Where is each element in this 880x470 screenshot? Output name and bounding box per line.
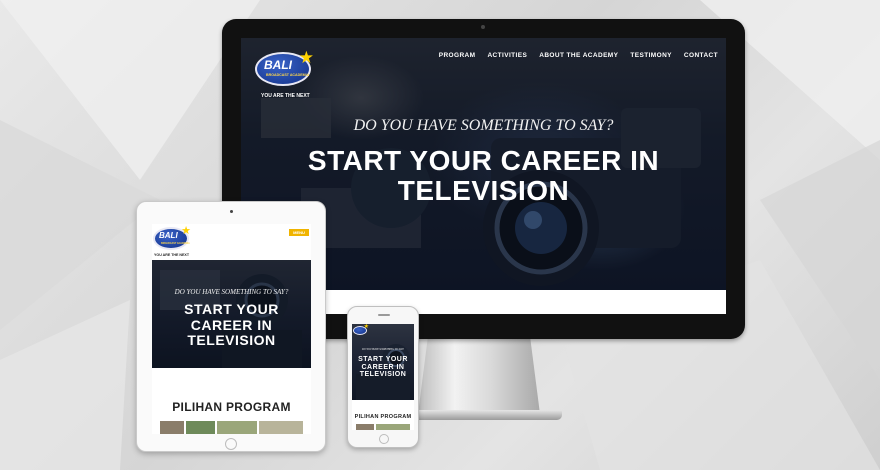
star-icon: ★ (298, 48, 314, 67)
tablet-hero-title: START YOUR CAREER IN TELEVISION (152, 301, 311, 349)
star-icon: ★ (363, 324, 369, 330)
monitor-camera (481, 25, 485, 29)
desktop-tagline: YOU ARE THE NEXT (261, 93, 310, 99)
desktop-logo[interactable]: BALI BROADCAST ACADEMIA ★ (255, 48, 314, 86)
logo-brand-name: BALI (264, 58, 292, 72)
phone-hero-title: START YOUR CAREER IN TELEVISION (352, 356, 414, 379)
tablet-section-title: PILIHAN PROGRAM (172, 400, 291, 414)
tablet-camera (230, 210, 233, 213)
tablet-hero-title-line3: TELEVISION (187, 332, 276, 349)
nav-program[interactable]: PROGRAM (439, 52, 476, 59)
hero-title: START YOUR CAREER IN TELEVISION (241, 145, 726, 206)
tablet-device: DO YOU HAVE SOMETHING TO SAY? START YOUR… (136, 201, 326, 452)
menu-button[interactable]: MENU (289, 229, 309, 236)
hero-subtitle: DO YOU HAVE SOMETHING TO SAY? (353, 117, 614, 134)
phone-hero-title-line2: CAREER IN (361, 363, 405, 371)
program-thumb[interactable] (217, 421, 257, 434)
tablet-program-thumbs (160, 421, 303, 434)
program-thumb[interactable] (356, 424, 374, 430)
tablet-home-button (225, 438, 237, 450)
logo-brand-subname: BROADCAST ACADEMIA (266, 73, 310, 77)
tablet-tagline: YOU ARE THE NEXT (154, 253, 190, 257)
phone-device: ★ DO YOU HAVE SOMETHING TO SAY? START YO… (347, 306, 419, 448)
tablet-logo[interactable]: BALI BROADCAST ACADEMIA ★ (153, 225, 191, 250)
phone-hero-subtitle: DO YOU HAVE SOMETHING TO SAY? (361, 348, 405, 351)
nav-contact[interactable]: CONTACT (684, 52, 718, 59)
phone-hero-title-line1: START YOUR (358, 356, 408, 363)
tablet-hero-title-line2: CAREER IN (190, 316, 273, 333)
phone-hero-title-line3: TELEVISION (359, 371, 407, 379)
monitor-stand (418, 338, 540, 414)
star-icon: ★ (181, 225, 191, 237)
nav-activities[interactable]: ACTIVITIES (487, 52, 527, 59)
program-thumb[interactable] (185, 421, 216, 434)
monitor-stand-base (402, 410, 562, 420)
nav-about[interactable]: ABOUT THE ACADEMY (539, 52, 618, 59)
phone-hero: ★ DO YOU HAVE SOMETHING TO SAY? START YO… (352, 324, 414, 400)
tablet-screen: DO YOU HAVE SOMETHING TO SAY? START YOUR… (152, 224, 311, 434)
nav-testimony[interactable]: TESTIMONY (630, 52, 672, 59)
program-thumb[interactable] (160, 421, 184, 434)
phone-home-button (379, 434, 389, 444)
program-thumb[interactable] (376, 424, 410, 430)
phone-speaker (378, 314, 390, 316)
desktop-nav: PROGRAM ACTIVITIES ABOUT THE ACADEMY TES… (439, 52, 718, 59)
phone-screen: ★ DO YOU HAVE SOMETHING TO SAY? START YO… (352, 324, 414, 430)
tablet-logo-brand-subname: BROADCAST ACADEMIA (161, 242, 190, 245)
phone-program-thumbs (356, 424, 410, 430)
tablet-hero: DO YOU HAVE SOMETHING TO SAY? START YOUR… (152, 260, 311, 368)
phone-logo[interactable]: ★ (353, 324, 369, 335)
program-thumb[interactable] (258, 421, 303, 434)
phone-section-title: PILIHAN PROGRAM (354, 414, 412, 420)
tablet-hero-title-line1: START YOUR (184, 301, 279, 317)
hero-title-line1: START YOUR CAREER IN (307, 145, 660, 176)
tablet-hero-subtitle: DO YOU HAVE SOMETHING TO SAY? (174, 288, 289, 296)
tablet-logo-brand-name: BALI (159, 231, 178, 240)
